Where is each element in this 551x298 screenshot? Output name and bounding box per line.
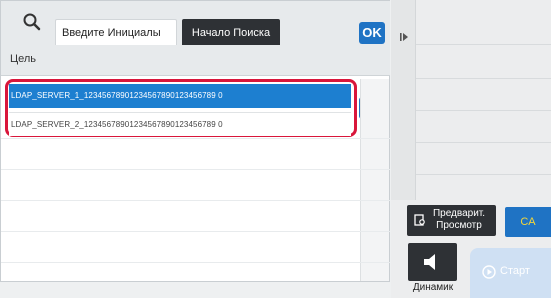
preview-divider (416, 78, 551, 79)
list-item-ldap-server-1[interactable]: LDAP_SERVER_1_12345678901234567890123456… (9, 84, 351, 108)
ca-button[interactable]: CA (505, 207, 551, 237)
target-row: Цель OK (1, 45, 390, 119)
list-item-ldap-server-2[interactable]: LDAP_SERVER_2_12345678901234567890123456… (9, 112, 351, 136)
preview-label: Предварит. Просмотр (432, 208, 486, 231)
preview-icon (414, 214, 425, 226)
speaker-icon (424, 254, 435, 270)
preview-divider (416, 44, 551, 45)
expand-arrow-icon (400, 33, 408, 41)
preview-button[interactable]: Предварит. Просмотр (407, 205, 496, 236)
row-divider (1, 231, 390, 232)
start-button[interactable]: Старт (470, 248, 551, 298)
preview-divider (416, 142, 551, 143)
expand-handle[interactable] (391, 0, 416, 200)
row-divider (1, 262, 390, 263)
row-divider (1, 169, 390, 170)
row-divider (1, 200, 390, 201)
speaker-label: Динамик (412, 282, 454, 293)
preview-divider (416, 110, 551, 111)
row-divider (1, 138, 390, 139)
search-icon[interactable] (21, 11, 43, 33)
speaker-button[interactable] (408, 243, 457, 281)
search-panel: Введите Инициалы Начало Поиска OK Цель O… (0, 0, 390, 282)
target-label: Цель (10, 53, 37, 65)
list-empty-rows (1, 138, 390, 281)
initials-search-input[interactable]: Введите Инициалы (55, 19, 177, 47)
search-ok-button[interactable]: OK (359, 22, 385, 44)
start-search-button[interactable]: Начало Поиска (182, 19, 280, 47)
search-row: Введите Инициалы Начало Поиска OK (1, 1, 390, 47)
preview-divider (416, 174, 551, 175)
start-label: Старт (500, 265, 530, 277)
address-search-screen: Введите Инициалы Начало Поиска OK Цель O… (0, 0, 551, 298)
start-icon (482, 265, 496, 279)
